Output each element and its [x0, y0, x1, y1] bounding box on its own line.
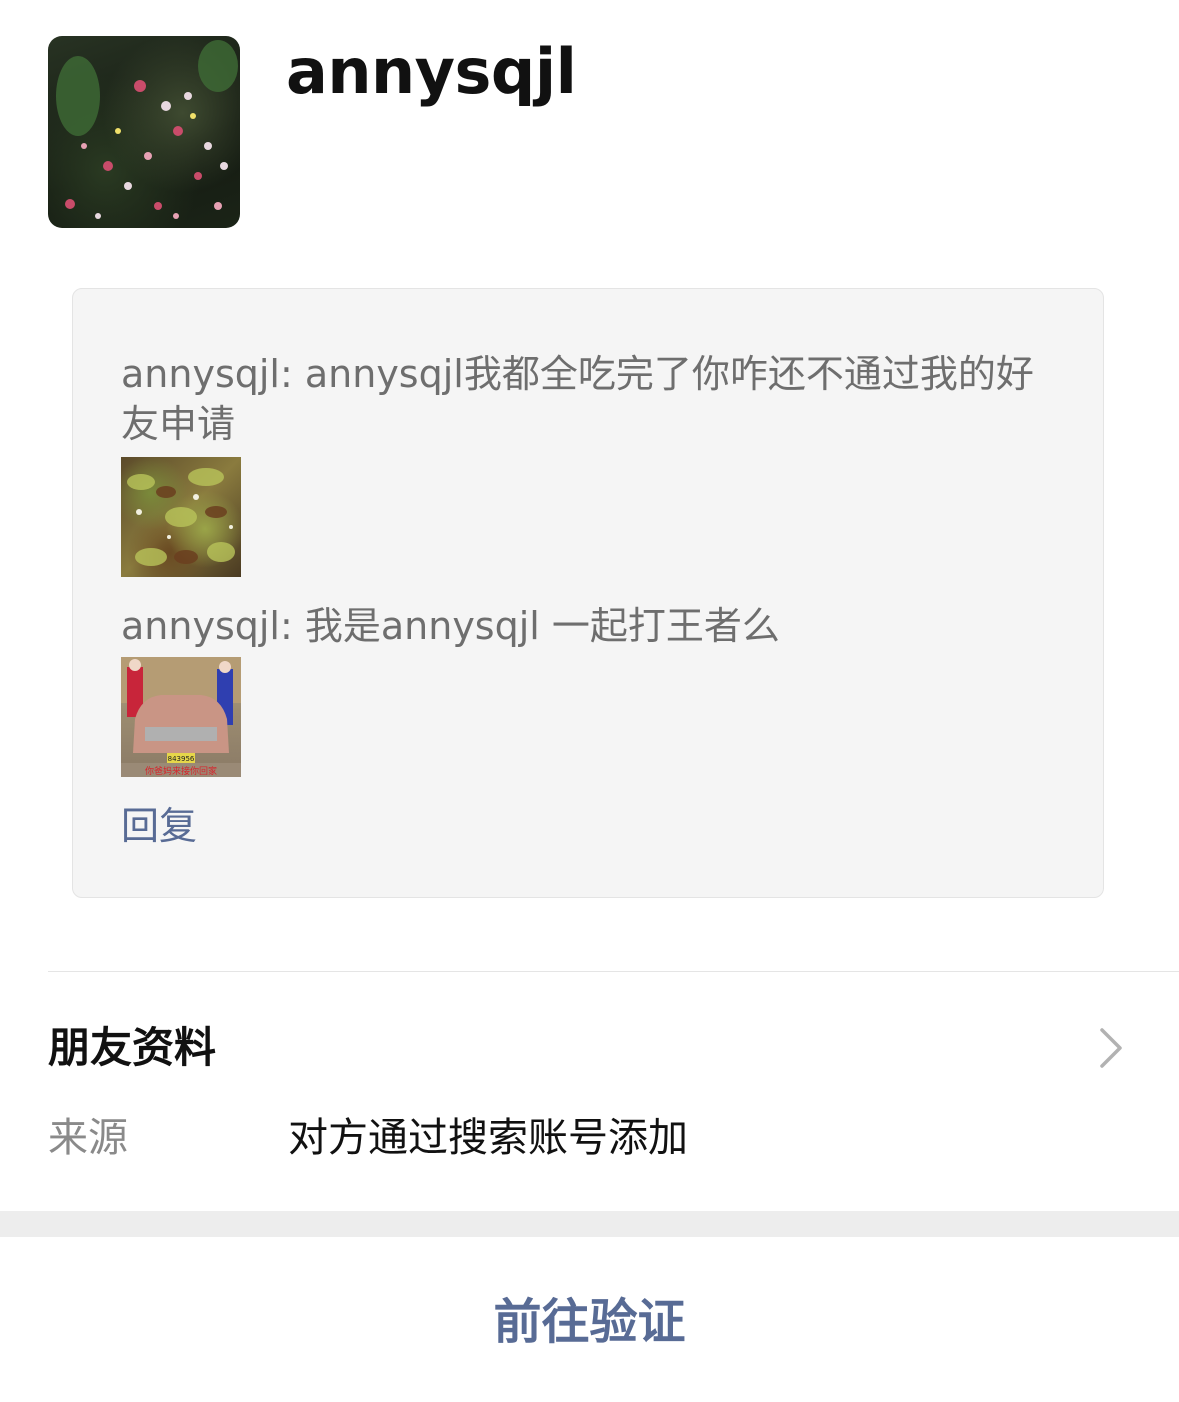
avatar[interactable] [48, 36, 240, 228]
chevron-right-icon [1100, 1028, 1122, 1068]
verify-button[interactable]: 前往验证 [0, 1290, 1179, 1354]
reply-button[interactable]: 回复 [121, 801, 197, 851]
food-photo-icon [127, 468, 235, 566]
flower-garden-icon [56, 40, 238, 219]
license-plate: 843956 [168, 755, 195, 763]
friend-info-title: 朋友资料 [48, 1023, 217, 1072]
profile-name: annysqjl [286, 35, 577, 108]
friend-info-row[interactable]: 朋友资料 [48, 1010, 1130, 1086]
car-meme-icon: 843956 你爸妈来接你回家 [121, 657, 241, 777]
source-label: 来源 [48, 1115, 128, 1161]
divider [48, 971, 1179, 972]
source-value: 对方通过搜索账号添加 [288, 1115, 688, 1161]
section-separator [0, 1211, 1179, 1237]
message-text: annysqjl: annysqjl我都全吃完了你咋还不通过我的好友申请 [121, 352, 1034, 446]
food-photo-thumbnail[interactable] [121, 457, 241, 577]
message-text: annysqjl: 我是annysqjl 一起打王者么 [121, 604, 780, 648]
car-meme-thumbnail[interactable]: 843956 你爸妈来接你回家 [121, 657, 241, 777]
message-box: annysqjl: annysqjl我都全吃完了你咋还不通过我的好友申请 ann… [72, 288, 1104, 898]
meme-caption: 你爸妈来接你回家 [145, 765, 217, 777]
